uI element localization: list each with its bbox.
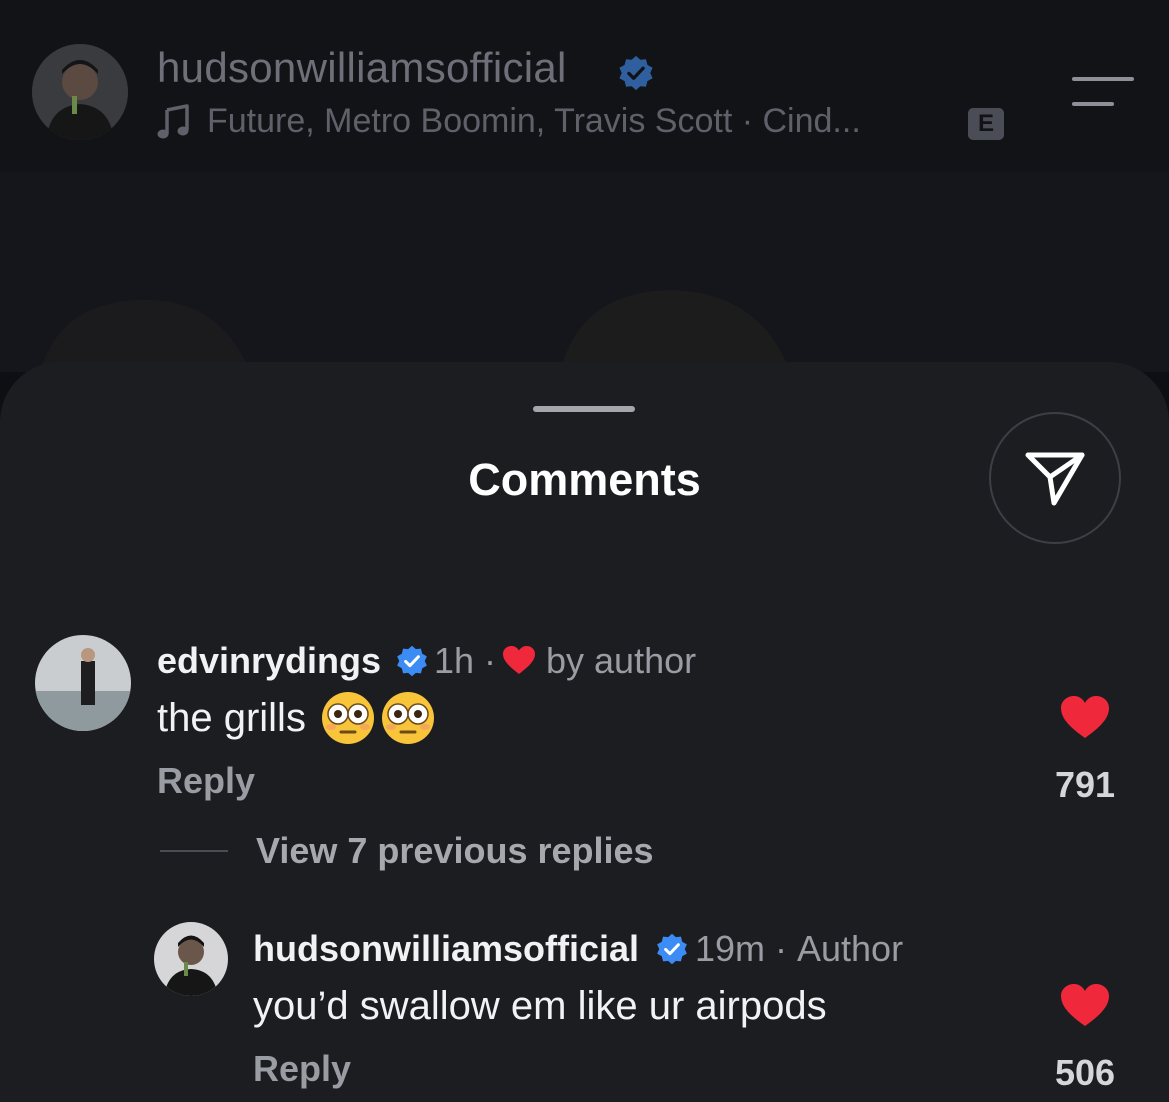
like-count: 506 xyxy=(1054,1052,1116,1093)
liked-by-author-label: by author xyxy=(546,640,697,681)
header-username[interactable]: hudsonwilliamsofficial xyxy=(157,44,567,92)
reply-button[interactable]: Reply xyxy=(253,1048,351,1090)
view-previous-replies-button[interactable]: View 7 previous replies xyxy=(256,830,654,872)
reply-text: you’d swallow em like ur airpods xyxy=(253,984,827,1028)
explicit-badge: E xyxy=(968,108,1004,140)
reply-button[interactable]: Reply xyxy=(157,760,255,802)
verified-badge-icon xyxy=(397,645,427,677)
replies-divider xyxy=(160,850,228,852)
like-heart-icon[interactable] xyxy=(1059,694,1111,740)
reel-comments-screen: hudsonwilliamsofficial Future, Metro Boo… xyxy=(0,0,1169,1102)
comment-username[interactable]: edvinrydings xyxy=(157,640,381,682)
send-icon xyxy=(1025,452,1085,506)
author-badge: Author xyxy=(797,928,904,969)
comment-text: the grills xyxy=(157,696,306,740)
menu-icon[interactable] xyxy=(1072,76,1134,108)
like-heart-icon[interactable] xyxy=(1059,982,1111,1028)
verified-badge-icon xyxy=(619,55,653,91)
reel-video-background xyxy=(0,172,1169,372)
music-note-icon xyxy=(157,104,189,139)
heart-icon xyxy=(503,646,535,674)
flushed-face-emoji xyxy=(382,692,434,744)
header-avatar[interactable] xyxy=(32,44,128,140)
reply-username[interactable]: hudsonwilliamsofficial xyxy=(253,928,639,970)
music-track-label[interactable]: Future, Metro Boomin, Travis Scott · Cin… xyxy=(207,102,861,141)
reply-avatar[interactable] xyxy=(154,922,228,996)
verified-badge-icon xyxy=(657,933,687,965)
reply-time: 19m · xyxy=(695,928,788,969)
flushed-face-emoji xyxy=(322,692,374,744)
reel-header: hudsonwilliamsofficial Future, Metro Boo… xyxy=(0,0,1169,172)
like-count: 791 xyxy=(1054,764,1116,805)
commenter-avatar[interactable] xyxy=(35,635,131,731)
drag-handle[interactable] xyxy=(533,406,635,412)
comment-time: 1h · xyxy=(434,640,497,681)
share-button[interactable] xyxy=(989,412,1121,544)
